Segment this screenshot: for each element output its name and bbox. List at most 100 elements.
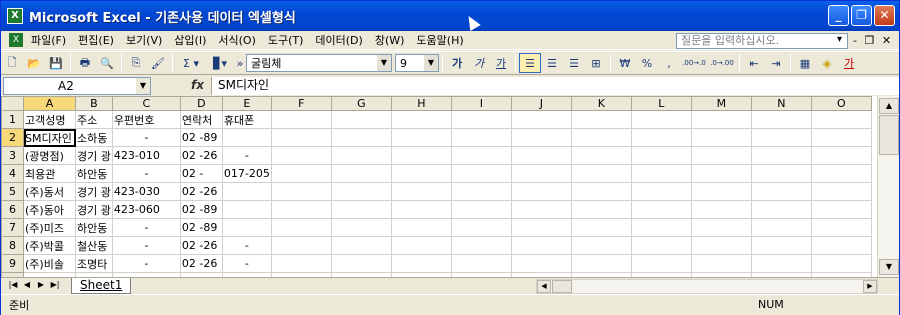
cell-l8[interactable] — [630, 236, 692, 255]
cell-l5[interactable] — [630, 182, 692, 201]
function-icon[interactable]: fx — [191, 78, 204, 92]
chevron-down-icon[interactable]: ▼ — [136, 78, 150, 94]
cell-g3[interactable] — [330, 146, 392, 165]
chevron-down-icon[interactable]: ▼ — [424, 55, 438, 71]
cell-k7[interactable] — [570, 218, 632, 237]
cell-h5[interactable] — [390, 182, 452, 201]
cell-g6[interactable] — [330, 200, 392, 219]
autosum-icon[interactable]: Σ ▾ — [176, 53, 206, 73]
cell-e5[interactable] — [221, 182, 272, 201]
cell-c8[interactable]: - — [111, 236, 181, 255]
scroll-up-arrow-icon[interactable]: ▲ — [879, 98, 899, 114]
excel-app-icon[interactable]: X — [7, 8, 23, 24]
cell-m9[interactable] — [690, 254, 752, 273]
cell-f7[interactable] — [270, 218, 332, 237]
cell-o3[interactable] — [810, 146, 872, 165]
column-header-n[interactable]: N — [750, 96, 812, 111]
cell-j5[interactable] — [510, 182, 572, 201]
column-header-c[interactable]: C — [111, 96, 181, 111]
cell-o9[interactable] — [810, 254, 872, 273]
cell-l3[interactable] — [630, 146, 692, 165]
column-header-b[interactable]: B — [75, 96, 113, 111]
menu-tools[interactable]: 도구(T) — [262, 32, 310, 49]
column-header-k[interactable]: K — [570, 96, 632, 111]
row-header-5[interactable]: 5 — [1, 182, 24, 201]
cell-n2[interactable] — [750, 128, 812, 147]
cell-j2[interactable] — [510, 128, 572, 147]
column-header-i[interactable]: I — [450, 96, 512, 111]
menu-data[interactable]: 데이터(D) — [309, 32, 368, 49]
cell-n3[interactable] — [750, 146, 812, 165]
cell-c6[interactable]: 423-060 — [111, 200, 181, 219]
cell-c5[interactable]: 423-030 — [111, 182, 181, 201]
cell-h8[interactable] — [390, 236, 452, 255]
cell-j3[interactable] — [510, 146, 572, 165]
scroll-thumb[interactable] — [879, 115, 899, 155]
cell-d3[interactable]: 02 -26 — [179, 146, 223, 165]
increase-decimal-button[interactable]: .00→.0 — [680, 53, 708, 73]
print-preview-icon[interactable]: 🔍 — [96, 53, 118, 73]
font-size-select[interactable]: 9 ▼ — [395, 54, 439, 72]
title-bar[interactable]: X Microsoft Excel - 기존사용 데이터 엑셀형식 _ ❐ ✕ — [1, 1, 899, 31]
cell-e8[interactable]: - — [221, 236, 272, 255]
cell-i3[interactable] — [450, 146, 512, 165]
decrease-decimal-button[interactable]: .0→.00 — [708, 53, 736, 73]
cell-h3[interactable] — [390, 146, 452, 165]
menu-window[interactable]: 창(W) — [369, 32, 411, 49]
cell-i7[interactable] — [450, 218, 512, 237]
cell-k4[interactable] — [570, 164, 632, 183]
cell-i8[interactable] — [450, 236, 512, 255]
font-name-select[interactable]: 굴림체 ▼ — [246, 54, 392, 72]
cell-o6[interactable] — [810, 200, 872, 219]
cell-f9[interactable] — [270, 254, 332, 273]
scroll-down-arrow-icon[interactable]: ▼ — [879, 259, 899, 275]
row-header-8[interactable]: 8 — [1, 236, 24, 255]
cell-b2[interactable]: 소하동 — [75, 128, 113, 147]
increase-indent-icon[interactable]: ⇥ — [765, 53, 787, 73]
font-color-button[interactable]: 가 — [838, 53, 860, 73]
cell-g5[interactable] — [330, 182, 392, 201]
column-header-m[interactable]: M — [690, 96, 752, 111]
cell-i4[interactable] — [450, 164, 512, 183]
cell-d1[interactable]: 연락처 — [179, 110, 223, 129]
bold-button[interactable]: 가 — [446, 53, 468, 73]
help-dropdown-icon[interactable]: ▾ — [837, 34, 842, 45]
cell-g1[interactable] — [330, 110, 392, 129]
column-header-h[interactable]: H — [390, 96, 452, 111]
cell-h4[interactable] — [390, 164, 452, 183]
cell-e7[interactable] — [221, 218, 272, 237]
cell-b5[interactable]: 경기 광 — [75, 182, 113, 201]
cell-n6[interactable] — [750, 200, 812, 219]
cell-e6[interactable] — [221, 200, 272, 219]
cell-o4[interactable] — [810, 164, 872, 183]
cell-m2[interactable] — [690, 128, 752, 147]
chart-wizard-icon[interactable]: ▊▾ — [206, 53, 234, 73]
borders-icon[interactable]: ▦ — [794, 53, 816, 73]
scroll-right-arrow-icon[interactable]: ▶ — [863, 280, 877, 293]
cell-d2[interactable]: 02 -89 — [179, 128, 223, 147]
column-header-l[interactable]: L — [630, 96, 692, 111]
align-right-icon[interactable]: ☰ — [563, 53, 585, 73]
cell-n9[interactable] — [750, 254, 812, 273]
copy-icon[interactable]: ⎘ — [125, 53, 147, 73]
cell-f4[interactable] — [270, 164, 332, 183]
cell-f6[interactable] — [270, 200, 332, 219]
cell-m4[interactable] — [690, 164, 752, 183]
cell-n1[interactable] — [750, 110, 812, 129]
column-header-g[interactable]: G — [330, 96, 392, 111]
italic-button[interactable]: 가 — [468, 53, 490, 73]
cell-d4[interactable]: 02 - — [179, 164, 223, 183]
row-header-9[interactable]: 9 — [1, 254, 24, 273]
workbook-icon[interactable]: X — [9, 33, 23, 47]
cell-l4[interactable] — [630, 164, 692, 183]
cell-f3[interactable] — [270, 146, 332, 165]
cell-m3[interactable] — [690, 146, 752, 165]
format-painter-icon[interactable]: 🖌 — [147, 53, 169, 73]
cell-c3[interactable]: 423-010 — [111, 146, 181, 165]
name-box[interactable]: A2 ▼ — [3, 77, 151, 95]
cell-i6[interactable] — [450, 200, 512, 219]
cell-f1[interactable] — [270, 110, 332, 129]
cell-i2[interactable] — [450, 128, 512, 147]
fill-color-icon[interactable]: ◈ — [816, 53, 838, 73]
cell-h1[interactable] — [390, 110, 452, 129]
